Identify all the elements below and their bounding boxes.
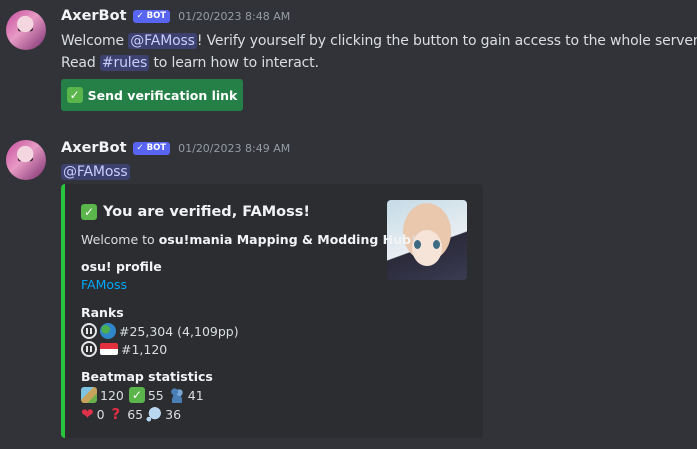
- question-icon: ?: [111, 405, 121, 423]
- send-verification-link-button[interactable]: ✓ Send verification link: [61, 79, 243, 111]
- timestamp: 01/20/2023 8:49 AM: [178, 141, 291, 155]
- pending-count: 65: [127, 406, 144, 422]
- embed-description: Welcome to osu!mania Mapping & Modding H…: [81, 232, 416, 247]
- check-mark-icon: ✓: [66, 87, 83, 103]
- welcome-text: Welcome: [61, 33, 129, 49]
- thumbnail-eye: [433, 240, 440, 249]
- axerbot-avatar[interactable]: [6, 10, 46, 50]
- profile-field-name: osu! profile: [81, 259, 162, 274]
- globe-icon: [100, 323, 116, 339]
- graveyard-count: 36: [165, 406, 182, 422]
- ranked-count: 120: [100, 387, 124, 403]
- username[interactable]: AxerBot: [61, 140, 127, 156]
- channel-mention-rules[interactable]: #rules: [99, 55, 150, 71]
- rules-suffix: to learn how to interact.: [149, 55, 319, 71]
- profile-link[interactable]: FAMoss: [81, 277, 127, 292]
- beatmap-stats-row-1: 120 ✓ 55 41: [81, 387, 204, 403]
- message-1: AxerBot ✓ BOT 01/20/2023 8:48 AM Welcome…: [0, 0, 697, 120]
- read-text: Read: [61, 55, 100, 71]
- welcome-suffix: ! Verify yourself by clicking the button…: [196, 33, 697, 49]
- check-mark-icon: ✓: [81, 204, 97, 220]
- global-rank-row: #25,304 (4,109pp): [81, 323, 239, 339]
- map-icon: [81, 387, 97, 403]
- beatmap-stats-row-2: ❤ 0 ? 65 36: [81, 405, 181, 423]
- country-rank: #1,120: [121, 341, 168, 357]
- osu-mania-mode-icon: [81, 323, 97, 339]
- ranks-field-name: Ranks: [81, 305, 124, 320]
- username[interactable]: AxerBot: [61, 8, 127, 24]
- indonesia-flag-icon: [100, 343, 118, 355]
- thought-bubble-icon: [146, 406, 163, 422]
- bot-tag: ✓ BOT: [132, 9, 171, 23]
- server-name: osu!mania Mapping & Modding Hub: [158, 232, 411, 247]
- country-rank-row: #1,120: [81, 341, 167, 357]
- timestamp: 01/20/2023 8:48 AM: [178, 9, 291, 23]
- beatmap-field-name: Beatmap statistics: [81, 369, 213, 384]
- loved-count: 55: [147, 387, 164, 403]
- guest-count: 41: [187, 387, 204, 403]
- welcome-line: Welcome @FAMoss! Verify yourself by clic…: [61, 30, 697, 52]
- favourites-count: 0: [96, 406, 105, 422]
- button-label: Send verification link: [87, 87, 238, 103]
- user-mention[interactable]: @FAMoss: [128, 33, 197, 49]
- bot-tag: ✓ BOT: [132, 141, 171, 155]
- osu-mania-mode-icon: [81, 341, 97, 357]
- embed-title-text: You are verified, FAMoss!: [103, 204, 310, 220]
- heart-icon: ❤: [81, 405, 94, 423]
- rules-line: Read #rules to learn how to interact.: [61, 52, 319, 74]
- message-header: AxerBot ✓ BOT 01/20/2023 8:49 AM: [61, 140, 290, 156]
- people-icon: [168, 387, 185, 403]
- message-header: AxerBot ✓ BOT 01/20/2023 8:48 AM: [61, 8, 290, 24]
- global-rank: #25,304 (4,109pp): [119, 323, 239, 339]
- embed-title: ✓ You are verified, FAMoss!: [81, 204, 310, 220]
- verification-embed: ✓ You are verified, FAMoss! Welcome to o…: [61, 184, 483, 438]
- mention-line: @FAMoss: [61, 161, 130, 183]
- check-mark-icon: ✓: [128, 387, 145, 403]
- desc-suffix: !: [410, 232, 416, 247]
- user-mention[interactable]: @FAMoss: [61, 164, 130, 180]
- desc-prefix: Welcome to: [81, 232, 159, 247]
- axerbot-avatar[interactable]: [6, 140, 46, 180]
